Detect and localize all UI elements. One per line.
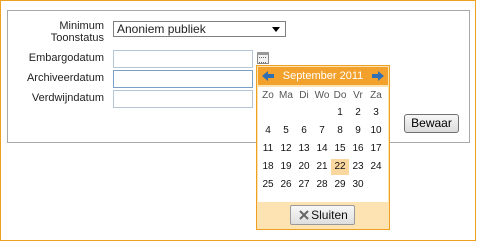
calendar-grid: Zo Ma Di Wo Do Vr Za 1 2 3 4 5 6 7 8 9 10 11 12 13 14 15 16 17 1… xyxy=(258,87,388,202)
calendar-day-10[interactable]: 10 xyxy=(367,123,385,139)
archiveerdatum-input[interactable] xyxy=(113,70,253,88)
calendar-day-5[interactable]: 5 xyxy=(277,123,295,139)
calendar-day-26[interactable]: 26 xyxy=(277,177,295,193)
sluiten-button[interactable]: Sluiten xyxy=(290,205,355,225)
weekday-wo: Wo xyxy=(314,90,330,101)
arrow-left-icon[interactable] xyxy=(262,71,274,81)
calendar-day-21[interactable]: 21 xyxy=(313,159,331,175)
calendar-day-30[interactable]: 30 xyxy=(349,177,367,193)
calendar-popup: September 2011 Zo Ma Di Wo Do Vr Za 1 2 3 4 5 6 7 8 9 10… xyxy=(256,65,390,230)
calendar-icon[interactable] xyxy=(256,50,269,64)
calendar-day-15[interactable]: 15 xyxy=(331,141,349,157)
embargodatum-input[interactable] xyxy=(113,50,253,68)
calendar-icon-top xyxy=(257,52,269,55)
calendar-day-22[interactable]: 22 xyxy=(331,159,349,175)
calendar-day-8[interactable]: 8 xyxy=(331,123,349,139)
calendar-day-19[interactable]: 19 xyxy=(277,159,295,175)
close-x-icon xyxy=(299,210,309,220)
calendar-day-16[interactable]: 16 xyxy=(349,141,367,157)
minimum-label-line1: Minimum xyxy=(59,20,104,32)
weekday-vr: Vr xyxy=(353,90,363,101)
minimum-toonstatus-select[interactable]: Anoniem publiek xyxy=(113,21,286,37)
calendar-day-17[interactable]: 17 xyxy=(367,141,385,157)
calendar-day-20[interactable]: 20 xyxy=(295,159,313,175)
calendar-day-18[interactable]: 18 xyxy=(259,159,277,175)
weekday-za: Za xyxy=(370,90,382,101)
calendar-day-25[interactable]: 25 xyxy=(259,177,277,193)
calendar-day-11[interactable]: 11 xyxy=(259,141,277,157)
weekday-ma: Ma xyxy=(279,90,293,101)
calendar-month-title: September 2011 xyxy=(282,70,364,82)
calendar-day-23[interactable]: 23 xyxy=(349,159,367,175)
calendar-day-3[interactable]: 3 xyxy=(367,105,385,121)
archiveerdatum-label: Archiveerdatum xyxy=(26,72,104,84)
verdwijndatum-label: Verdwijndatum xyxy=(31,92,104,104)
calendar-day-6[interactable]: 6 xyxy=(295,123,313,139)
embargodatum-label: Embargodatum xyxy=(28,52,104,64)
calendar-icon-grid xyxy=(259,57,266,63)
calendar-day-13[interactable]: 13 xyxy=(295,141,313,157)
calendar-day-24[interactable]: 24 xyxy=(367,159,385,175)
weekday-do: Do xyxy=(333,90,347,101)
arrow-right-icon[interactable] xyxy=(372,71,384,81)
bewaar-button[interactable]: Bewaar xyxy=(404,114,459,133)
calendar-header: September 2011 xyxy=(258,67,388,85)
select-value: Anoniem publiek xyxy=(117,22,206,36)
weekday-zo: Zo xyxy=(262,90,274,101)
calendar-day-14[interactable]: 14 xyxy=(313,141,331,157)
calendar-day-9[interactable]: 9 xyxy=(349,123,367,139)
minimum-label-line2: Toonstatus xyxy=(50,32,104,44)
calendar-day-28[interactable]: 28 xyxy=(313,177,331,193)
calendar-day-1[interactable]: 1 xyxy=(331,105,349,121)
weekday-di: Di xyxy=(299,90,309,101)
verdwijndatum-input[interactable] xyxy=(113,90,253,108)
calendar-day-29[interactable]: 29 xyxy=(331,177,349,193)
calendar-day-27[interactable]: 27 xyxy=(295,177,313,193)
calendar-day-7[interactable]: 7 xyxy=(313,123,331,139)
calendar-day-12[interactable]: 12 xyxy=(277,141,295,157)
calendar-day-2[interactable]: 2 xyxy=(349,105,367,121)
calendar-day-4[interactable]: 4 xyxy=(259,123,277,139)
chevron-down-icon xyxy=(272,27,280,32)
minimum-toonstatus-label: Minimum Toonstatus xyxy=(40,20,104,44)
